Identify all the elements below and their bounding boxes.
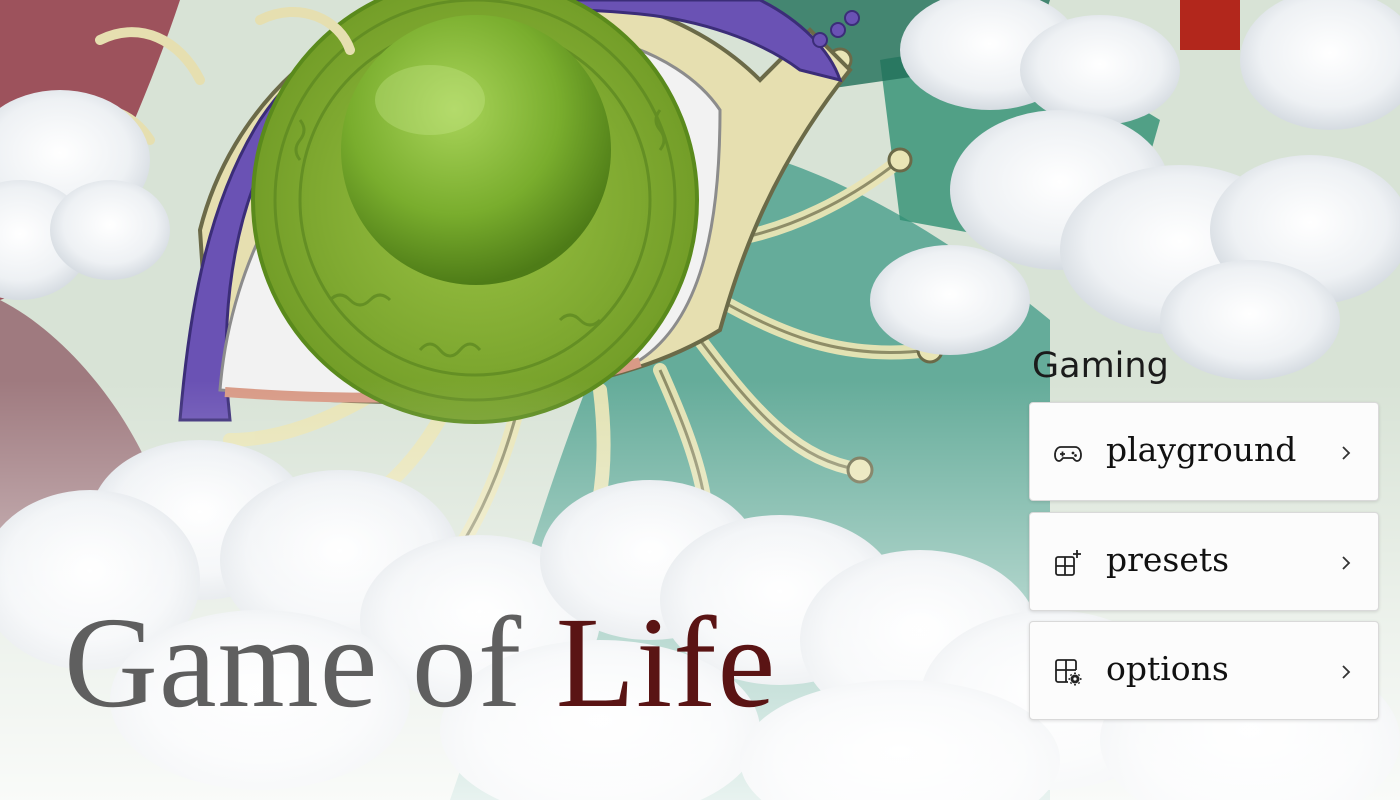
menu-section-label: Gaming	[1032, 346, 1169, 386]
options-button[interactable]: options	[1029, 621, 1379, 720]
title-word-accent: Life	[555, 591, 777, 735]
playground-button[interactable]: playground	[1029, 402, 1379, 501]
playground-label: playground	[1106, 430, 1297, 469]
chevron-right-icon	[1342, 556, 1351, 570]
presets-button[interactable]: presets	[1029, 512, 1379, 611]
options-label: options	[1106, 649, 1229, 688]
presets-label: presets	[1106, 540, 1230, 579]
chevron-right-icon	[1342, 446, 1351, 460]
game-title: Game of Life	[64, 598, 776, 728]
title-screen: Game of Life Gaming playground presets o…	[0, 0, 1400, 800]
gamepad-icon	[1054, 446, 1082, 462]
grid-add-icon	[1055, 550, 1081, 576]
title-word-primary: Game of	[64, 591, 523, 735]
chevron-right-icon	[1342, 665, 1351, 679]
settings-grid-icon	[1055, 659, 1082, 686]
